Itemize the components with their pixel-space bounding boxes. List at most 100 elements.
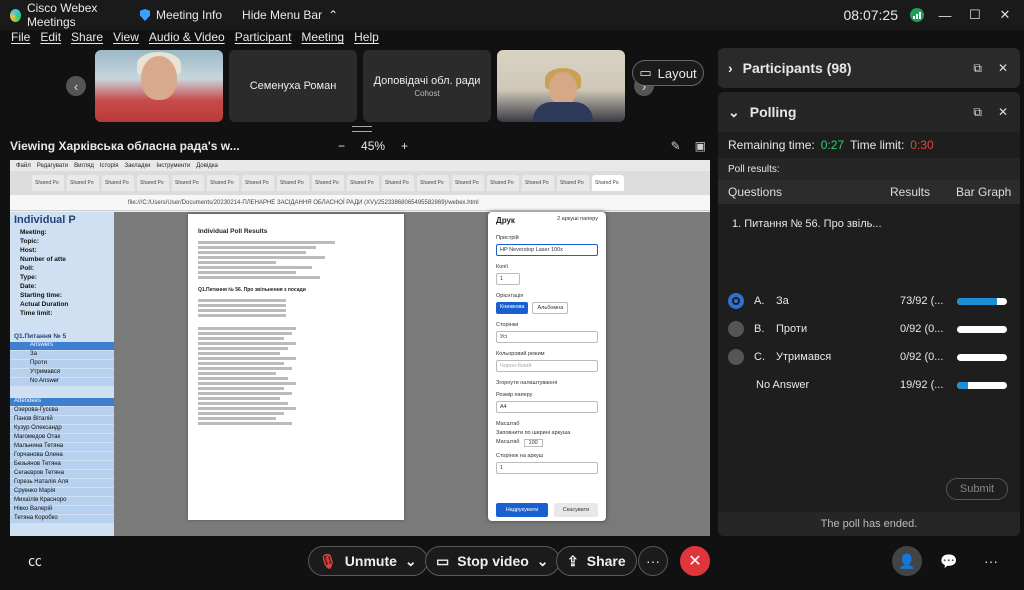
option-label: Проти: [776, 323, 808, 335]
shared-menu-item: Історія: [99, 162, 119, 169]
copies-input[interactable]: 1: [496, 273, 520, 285]
maximize-button[interactable]: ☐: [966, 7, 984, 23]
shared-menu-item: Інструменти: [156, 162, 191, 169]
shared-tab: Shared Po: [382, 175, 414, 191]
shield-icon: [140, 9, 150, 21]
menu-file[interactable]: File: [6, 30, 35, 48]
menu-share[interactable]: Share: [66, 30, 108, 48]
per-sheet-select[interactable]: 1: [496, 462, 598, 474]
menu-help[interactable]: Help: [349, 30, 384, 48]
printer-select[interactable]: HP Neverstop Laser 100x: [496, 244, 598, 256]
menu-meeting[interactable]: Meeting: [296, 30, 349, 48]
doc-attendee: Безьянов Тетяна: [10, 461, 114, 469]
menu-edit[interactable]: Edit: [35, 30, 66, 48]
menu-view[interactable]: View: [108, 30, 144, 48]
zoom-out-button[interactable]: −: [338, 139, 345, 153]
menu-bar: File Edit Share View Audio & Video Parti…: [0, 30, 1024, 48]
shared-screen[interactable]: Файл Редагувати Вигляд Історія Закладки …: [10, 160, 710, 536]
doc-label: Topic:: [20, 238, 40, 245]
share-screen-icon: ⇪: [567, 552, 579, 569]
close-icon[interactable]: ✕: [998, 61, 1008, 76]
video-tile-2[interactable]: Семенуха Роман: [229, 50, 357, 122]
remaining-label: Remaining time:: [728, 138, 815, 152]
meeting-info-button[interactable]: Meeting Info: [140, 8, 222, 22]
more-panels-icon[interactable]: ···: [976, 546, 1006, 576]
poll-ended-message: The poll has ended.: [718, 512, 1020, 536]
share-button[interactable]: ⇪ Share: [556, 546, 637, 576]
pages-select[interactable]: Усі: [496, 331, 598, 343]
participants-panel-icon[interactable]: 👤: [892, 546, 922, 576]
more-options-button[interactable]: ···: [638, 546, 668, 576]
participants-panel-header[interactable]: › Participants (98) ⧉ ✕: [718, 48, 1020, 88]
stop-video-button[interactable]: ▭ Stop video ⌄: [425, 546, 560, 576]
popout-icon[interactable]: ⧉: [973, 105, 982, 120]
layout-icon: ▭: [639, 65, 652, 80]
minimize-button[interactable]: —: [936, 8, 954, 23]
poll-option-c[interactable]: C. Утримався 0/92 (0...: [728, 348, 1018, 366]
paper-size-select[interactable]: A4: [496, 401, 598, 413]
print-preview-page: Individual Poll Results Q1.Питання № 56.…: [188, 214, 404, 520]
chat-icon[interactable]: 💬: [934, 546, 964, 576]
close-window-button[interactable]: ✕: [996, 7, 1014, 23]
shared-tab: Shared Po: [347, 175, 379, 191]
option-count: 19/92 (...: [900, 379, 944, 391]
doc-heading: Individual P: [14, 214, 76, 226]
zoom-in-button[interactable]: +: [401, 139, 408, 153]
doc-label: Host:: [20, 247, 37, 254]
scale-radio[interactable]: Масштаб: [496, 439, 520, 447]
polling-panel-header[interactable]: ⌄ Polling ⧉ ✕: [718, 92, 1020, 132]
menu-audio-video[interactable]: Audio & Video: [144, 30, 230, 48]
submit-button[interactable]: Submit: [946, 478, 1008, 500]
chevron-down-icon[interactable]: ⌄: [405, 553, 417, 570]
option-letter: B.: [754, 323, 765, 335]
shared-browser-menu: Файл Редагувати Вигляд Історія Закладки …: [10, 160, 710, 171]
landscape-button[interactable]: Альбомна: [532, 302, 569, 314]
color-select[interactable]: Чорно-білий: [496, 360, 598, 372]
fit-width-radio[interactable]: Заповнити по ширині аркуша: [496, 430, 598, 436]
collapse-settings[interactable]: Згорнути налаштування: [496, 380, 598, 386]
close-icon[interactable]: ✕: [998, 105, 1008, 120]
col-bar-graph: Bar Graph: [956, 185, 1012, 199]
portrait-button[interactable]: Книжкова: [496, 302, 529, 314]
cancel-print-button[interactable]: Скасувати: [554, 503, 598, 517]
menu-participant[interactable]: Participant: [230, 30, 297, 48]
poll-option-b[interactable]: B. Проти 0/92 (0...: [728, 320, 1018, 338]
doc-attendee: Нікко Валерій: [10, 506, 114, 514]
per-sheet-label: Сторінок на аркуш: [496, 453, 544, 459]
network-signal-icon[interactable]: [910, 8, 924, 22]
layout-button[interactable]: ▭ Layout: [632, 60, 704, 86]
print-button[interactable]: Надрукувати: [496, 503, 548, 517]
video-tile-3[interactable]: Доповідачі обл. ради Cohost: [363, 50, 491, 122]
shared-tab: Shared Po: [207, 175, 239, 191]
share-label: Share: [586, 553, 626, 569]
hide-menu-bar-button[interactable]: Hide Menu Bar ⌃: [242, 8, 338, 22]
annotate-icon[interactable]: ✎: [671, 139, 681, 153]
resize-grip-icon[interactable]: [352, 126, 372, 132]
shared-menu-item: Редагувати: [36, 162, 69, 169]
print-dialog-title: Друк: [496, 216, 515, 225]
poll-option-a[interactable]: A. За 73/92 (...: [728, 292, 1018, 310]
request-control-icon[interactable]: ▣: [695, 139, 706, 153]
shared-menu-item: Закладки: [124, 162, 151, 169]
leave-meeting-icon[interactable]: ✕: [680, 546, 710, 576]
doc-attendee: Мальнина Тетяна: [10, 443, 114, 451]
prev-tiles-button[interactable]: ‹: [66, 76, 86, 96]
doc-answer: Проти: [10, 360, 114, 368]
scale-input[interactable]: 100: [523, 439, 543, 447]
video-camera-icon: ▭: [436, 552, 450, 569]
unmute-button[interactable]: 🎙 Unmute ⌄: [308, 546, 428, 576]
popout-icon[interactable]: ⧉: [973, 61, 982, 76]
shared-browser-tabs: Shared Po Shared Po Shared Po Shared Po …: [10, 171, 710, 195]
video-tile-1[interactable]: [95, 50, 223, 122]
option-count: 0/92 (0...: [900, 351, 944, 363]
shared-tab: Shared Po: [277, 175, 309, 191]
doc-attendee: Кузур Олександр: [10, 425, 114, 433]
video-tile-4[interactable]: [497, 50, 625, 122]
tile-name: Семенуха Роман: [249, 80, 337, 92]
doc-attendee: Горчанова Олена: [10, 452, 114, 460]
captions-icon[interactable]: ㏄: [20, 546, 50, 576]
chevron-down-icon[interactable]: ⌄: [537, 553, 549, 570]
doc-label: Type:: [20, 274, 37, 281]
shared-tab: Shared Po: [67, 175, 99, 191]
shared-menu-item: Вигляд: [74, 162, 94, 169]
